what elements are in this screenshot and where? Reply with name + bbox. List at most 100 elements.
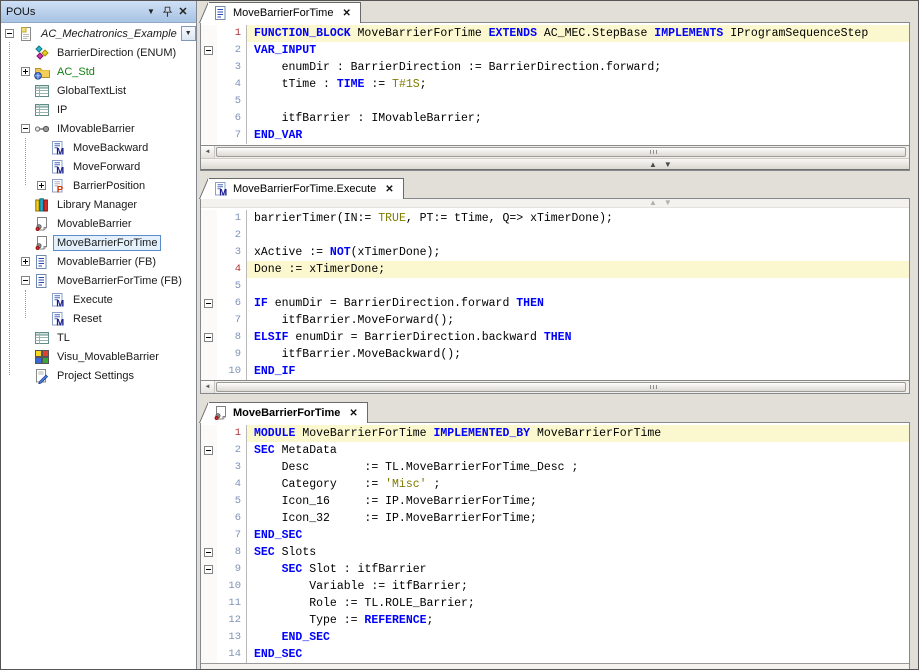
code-line[interactable]: 5 Icon_16 := IP.MoveBarrierForTime;: [201, 493, 909, 510]
tree-item-ac-mechatronics-example[interactable]: AC_Mechatronics_Example▼: [1, 24, 196, 43]
code-line[interactable]: 8SEC Slots: [201, 544, 909, 561]
line-number[interactable]: 5: [217, 278, 247, 295]
tab-close-icon[interactable]: ✕: [349, 408, 357, 419]
fold-gutter[interactable]: [201, 295, 217, 312]
scroll-left-button[interactable]: ◄: [201, 381, 215, 393]
fold-gutter[interactable]: [201, 329, 217, 346]
code-line[interactable]: 7 itfBarrier.MoveForward();: [201, 312, 909, 329]
fold-gutter[interactable]: [201, 210, 217, 227]
fold-gutter[interactable]: [201, 278, 217, 295]
horizontal-scrollbar[interactable]: [201, 663, 909, 670]
code-line[interactable]: 6IF enumDir = BarrierDirection.forward T…: [201, 295, 909, 312]
horizontal-scrollbar[interactable]: ◄: [201, 145, 909, 158]
tab-close-icon[interactable]: ✕: [385, 184, 393, 195]
code-line[interactable]: 7END_SEC: [201, 527, 909, 544]
line-number[interactable]: 1: [217, 25, 247, 42]
code-text[interactable]: itfBarrier.MoveBackward();: [247, 346, 909, 363]
code-text[interactable]: Desc := TL.MoveBarrierForTime_Desc ;: [247, 459, 909, 476]
code-text[interactable]: Icon_32 := IP.MoveBarrierForTime;: [247, 510, 909, 527]
tree-item-barrierposition[interactable]: PBarrierPosition: [1, 176, 196, 195]
tree-item-movebarrierfortime-fb[interactable]: MoveBarrierForTime (FB): [1, 271, 196, 290]
fold-gutter[interactable]: [201, 425, 217, 442]
fold-collapse-icon[interactable]: [204, 565, 213, 574]
splitter-down-icon[interactable]: ▼: [664, 198, 672, 207]
horizontal-scrollbar[interactable]: ◄: [201, 380, 909, 393]
line-number[interactable]: 3: [217, 459, 247, 476]
line-number[interactable]: 9: [217, 561, 247, 578]
pou-panel-titlebar[interactable]: POUs ▼ ✕: [1, 1, 196, 23]
tree-item-ip[interactable]: IP: [1, 100, 196, 119]
line-number[interactable]: 9: [217, 346, 247, 363]
line-number[interactable]: 2: [217, 442, 247, 459]
code-text[interactable]: barrierTimer(IN:= TRUE, PT:= tTime, Q=> …: [247, 210, 909, 227]
code-text[interactable]: SEC Slot : itfBarrier: [247, 561, 909, 578]
panel-menu-button[interactable]: ▼: [143, 4, 159, 20]
panel-close-button[interactable]: ✕: [175, 4, 191, 20]
code-line[interactable]: 4 tTime : TIME := T#1S;: [201, 76, 909, 93]
tree-item-reset[interactable]: MReset: [1, 309, 196, 328]
code-text[interactable]: END_SEC: [247, 629, 909, 646]
line-number[interactable]: 4: [217, 476, 247, 493]
line-number[interactable]: 8: [217, 544, 247, 561]
expand-icon[interactable]: [21, 67, 30, 76]
expand-icon[interactable]: [21, 257, 30, 266]
line-number[interactable]: 6: [217, 110, 247, 127]
fold-gutter[interactable]: [201, 346, 217, 363]
fold-gutter[interactable]: [201, 93, 217, 110]
code-line[interactable]: 9 SEC Slot : itfBarrier: [201, 561, 909, 578]
code-line[interactable]: 3xActive := NOT(xTimerDone);: [201, 244, 909, 261]
code-line[interactable]: 10END_IF: [201, 363, 909, 380]
code-line[interactable]: 8ELSIF enumDir = BarrierDirection.backwa…: [201, 329, 909, 346]
line-number[interactable]: 7: [217, 312, 247, 329]
splitter-up-icon[interactable]: ▲: [649, 160, 657, 169]
code-line[interactable]: 1MODULE MoveBarrierForTime IMPLEMENTED_B…: [201, 425, 909, 442]
line-number[interactable]: 1: [217, 210, 247, 227]
code-text[interactable]: itfBarrier.MoveForward();: [247, 312, 909, 329]
fold-gutter[interactable]: [201, 544, 217, 561]
line-number[interactable]: 14: [217, 646, 247, 663]
code-text[interactable]: [247, 93, 909, 110]
line-number[interactable]: 5: [217, 93, 247, 110]
line-number[interactable]: 4: [217, 261, 247, 278]
line-number[interactable]: 3: [217, 59, 247, 76]
fold-gutter[interactable]: [201, 493, 217, 510]
fold-gutter[interactable]: [201, 312, 217, 329]
scroll-left-button[interactable]: ◄: [201, 146, 215, 158]
code-line[interactable]: 2SEC MetaData: [201, 442, 909, 459]
code-text[interactable]: FUNCTION_BLOCK MoveBarrierForTime EXTEND…: [247, 25, 909, 42]
fold-gutter[interactable]: [201, 363, 217, 380]
fold-gutter[interactable]: [201, 476, 217, 493]
code-line[interactable]: 6 itfBarrier : IMovableBarrier;: [201, 110, 909, 127]
tab-movebarrierfortime-module[interactable]: MoveBarrierForTime ✕: [209, 402, 368, 423]
fold-gutter[interactable]: [201, 646, 217, 663]
tree-item-movebarrierfortime[interactable]: MoveBarrierForTime: [1, 233, 196, 252]
fold-gutter[interactable]: [201, 510, 217, 527]
tab-movebarrierfortime-declaration[interactable]: MoveBarrierForTime ✕: [209, 2, 361, 23]
code-line[interactable]: 4 Category := 'Misc' ;: [201, 476, 909, 493]
tree-item-movablebarrier[interactable]: MovableBarrier: [1, 214, 196, 233]
fold-gutter[interactable]: [201, 459, 217, 476]
tree-item-execute[interactable]: MExecute: [1, 290, 196, 309]
panel-pin-button[interactable]: [159, 4, 175, 20]
line-number[interactable]: 11: [217, 595, 247, 612]
line-number[interactable]: 1: [217, 425, 247, 442]
code-text[interactable]: MODULE MoveBarrierForTime IMPLEMENTED_BY…: [247, 425, 909, 442]
line-number[interactable]: 6: [217, 510, 247, 527]
line-number[interactable]: 10: [217, 363, 247, 380]
tree-item-barrierdirection-enum[interactable]: BarrierDirection (ENUM): [1, 43, 196, 62]
code-line[interactable]: 5: [201, 93, 909, 110]
code-editor-declaration[interactable]: 1FUNCTION_BLOCK MoveBarrierForTime EXTEN…: [201, 23, 909, 145]
chevron-down-icon[interactable]: ▼: [181, 26, 196, 41]
scrollbar-thumb[interactable]: [216, 382, 906, 392]
line-number[interactable]: 10: [217, 578, 247, 595]
code-text[interactable]: VAR_INPUT: [247, 42, 909, 59]
tree-item-movablebarrier-fb[interactable]: MovableBarrier (FB): [1, 252, 196, 271]
code-editor-execute[interactable]: 1barrierTimer(IN:= TRUE, PT:= tTime, Q=>…: [201, 208, 909, 380]
fold-gutter[interactable]: [201, 76, 217, 93]
line-number[interactable]: 6: [217, 295, 247, 312]
code-text[interactable]: [247, 278, 909, 295]
code-text[interactable]: SEC MetaData: [247, 442, 909, 459]
code-line[interactable]: 3 Desc := TL.MoveBarrierForTime_Desc ;: [201, 459, 909, 476]
fold-gutter[interactable]: [201, 42, 217, 59]
code-text[interactable]: IF enumDir = BarrierDirection.forward TH…: [247, 295, 909, 312]
